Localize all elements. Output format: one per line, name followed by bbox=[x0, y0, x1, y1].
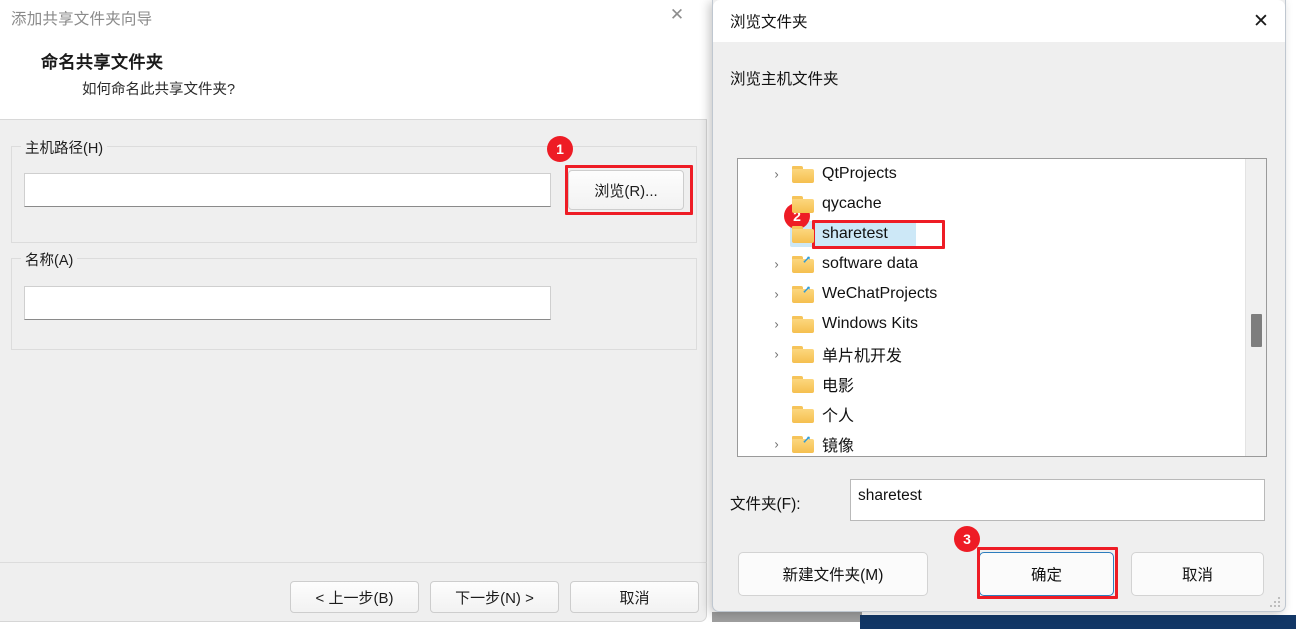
dialog-title: 浏览文件夹 bbox=[730, 14, 808, 31]
folder-icon bbox=[792, 225, 814, 243]
ok-button[interactable]: 确定 bbox=[979, 552, 1114, 596]
tree-item-label: WeChatProjects bbox=[822, 285, 938, 302]
tree-item-单片机开发[interactable]: › 单片机开发 bbox=[738, 339, 1245, 369]
browse-folder-dialog: 浏览文件夹 ✕ 浏览主机文件夹 › QtProjects qycache sharet… bbox=[712, 0, 1286, 612]
tree-item-label: sharetest bbox=[822, 225, 888, 242]
folder-tree-list[interactable]: › QtProjects qycache sharetest › software dat… bbox=[738, 159, 1245, 456]
tree-item-sharetest[interactable]: sharetest bbox=[738, 219, 1245, 249]
tree-item-label: 镜像 bbox=[822, 438, 855, 455]
scrollbar-thumb[interactable] bbox=[1251, 314, 1262, 347]
taskbar[interactable] bbox=[860, 615, 1296, 629]
tree-item-个人[interactable]: 个人 bbox=[738, 399, 1245, 429]
resize-grip-icon[interactable] bbox=[1267, 594, 1280, 607]
folder-field-label: 文件夹(F): bbox=[730, 496, 801, 513]
footer-divider bbox=[0, 562, 707, 563]
vertical-scrollbar[interactable] bbox=[1245, 159, 1266, 456]
tree-item-software-data[interactable]: › software data bbox=[738, 249, 1245, 279]
host-path-input[interactable] bbox=[24, 173, 551, 207]
chevron-right-icon[interactable]: › bbox=[770, 348, 783, 361]
tree-item-label: 个人 bbox=[822, 408, 855, 425]
wizard-titlebar[interactable]: 添加共享文件夹向导 ✕ 命名共享文件夹 如何命名此共享文件夹? bbox=[0, 0, 707, 120]
chevron-right-icon[interactable]: › bbox=[770, 438, 783, 451]
tree-item-qycache[interactable]: qycache bbox=[738, 189, 1245, 219]
close-icon[interactable]: ✕ bbox=[1237, 0, 1285, 42]
dialog-prompt: 浏览主机文件夹 bbox=[730, 71, 839, 88]
name-label: 名称(A) bbox=[21, 249, 78, 270]
dialog-titlebar[interactable]: 浏览文件夹 ✕ bbox=[713, 0, 1285, 42]
folder-icon bbox=[792, 405, 814, 423]
add-shared-folder-wizard-window: 添加共享文件夹向导 ✕ 命名共享文件夹 如何命名此共享文件夹? 主机路径(H) … bbox=[0, 0, 707, 622]
name-input[interactable] bbox=[24, 286, 551, 320]
folder-icon bbox=[792, 285, 814, 303]
folder-icon bbox=[792, 195, 814, 213]
new-folder-button[interactable]: 新建文件夹(M) bbox=[738, 552, 928, 596]
folder-icon bbox=[792, 165, 814, 183]
page-title: 命名共享文件夹 bbox=[41, 53, 164, 72]
page-subtitle: 如何命名此共享文件夹? bbox=[82, 82, 236, 98]
desktop-background bbox=[712, 612, 862, 622]
dialog-cancel-button[interactable]: 取消 bbox=[1131, 552, 1264, 596]
screen: 添加共享文件夹向导 ✕ 命名共享文件夹 如何命名此共享文件夹? 主机路径(H) … bbox=[0, 0, 1296, 629]
tree-item-镜像[interactable]: › 镜像 bbox=[738, 429, 1245, 456]
tree-item-label: 单片机开发 bbox=[822, 348, 903, 365]
next-button[interactable]: 下一步(N) > bbox=[430, 581, 559, 613]
folder-tree[interactable]: › QtProjects qycache sharetest › software dat… bbox=[737, 158, 1267, 457]
host-path-label: 主机路径(H) bbox=[21, 137, 108, 158]
folder-icon bbox=[792, 345, 814, 363]
folder-icon bbox=[792, 375, 814, 393]
tree-item-label: 电影 bbox=[822, 378, 855, 395]
chevron-right-icon[interactable]: › bbox=[770, 168, 783, 181]
chevron-right-icon[interactable]: › bbox=[770, 318, 783, 331]
cancel-button[interactable]: 取消 bbox=[570, 581, 699, 613]
folder-icon bbox=[792, 435, 814, 453]
tree-item-label: software data bbox=[822, 255, 919, 272]
tree-item-电影[interactable]: 电影 bbox=[738, 369, 1245, 399]
folder-icon bbox=[792, 255, 814, 273]
wizard-title: 添加共享文件夹向导 bbox=[11, 11, 153, 28]
tree-item-label: Windows Kits bbox=[822, 315, 919, 332]
tree-item-windows-kits[interactable]: › Windows Kits bbox=[738, 309, 1245, 339]
tree-item-wechatprojects[interactable]: › WeChatProjects bbox=[738, 279, 1245, 309]
browse-button[interactable]: 浏览(R)... bbox=[568, 170, 684, 210]
folder-icon bbox=[792, 315, 814, 333]
folder-name-input[interactable]: sharetest bbox=[850, 479, 1265, 521]
tree-item-qtprojects[interactable]: › QtProjects bbox=[738, 159, 1245, 189]
chevron-right-icon[interactable]: › bbox=[770, 288, 783, 301]
tree-item-label: qycache bbox=[822, 195, 882, 212]
close-icon[interactable]: ✕ bbox=[655, 0, 699, 30]
chevron-right-icon[interactable]: › bbox=[770, 258, 783, 271]
back-button[interactable]: < 上一步(B) bbox=[290, 581, 419, 613]
tree-item-label: QtProjects bbox=[822, 165, 897, 182]
